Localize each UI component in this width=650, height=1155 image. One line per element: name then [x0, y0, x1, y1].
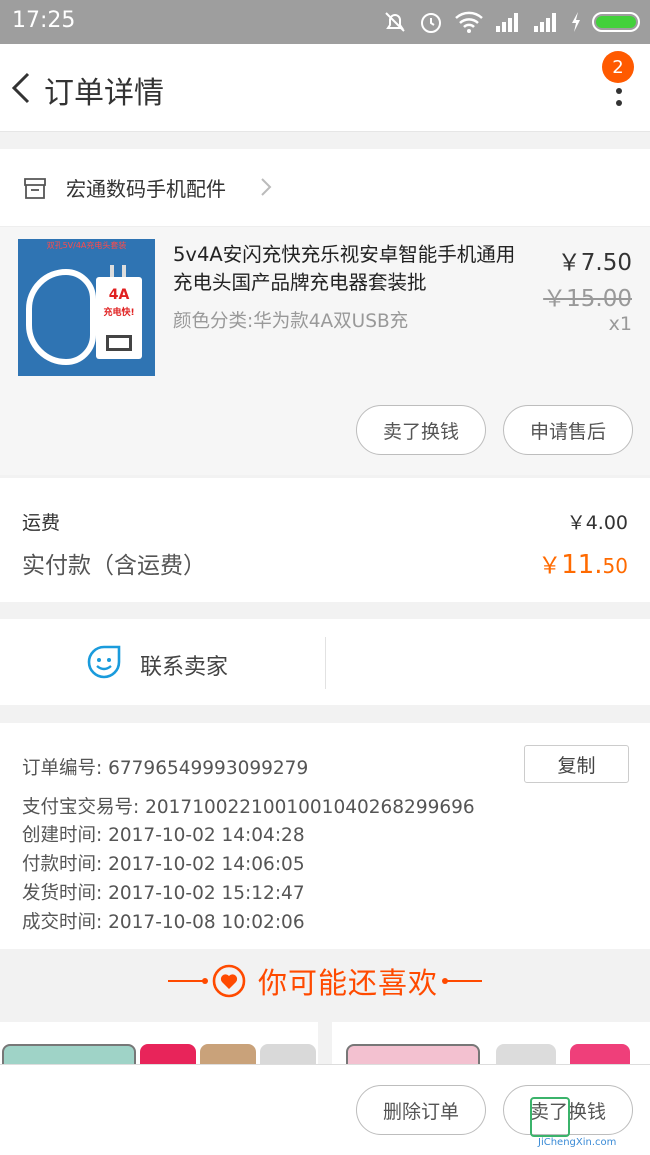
contact-seller-button[interactable]: 联系卖家: [140, 649, 228, 681]
chat-face-icon[interactable]: [86, 644, 122, 680]
page-title: 订单详情: [44, 76, 164, 111]
shop-icon: [24, 178, 46, 199]
recommend-header: 你可能还喜欢: [0, 950, 650, 1012]
paid-row: 实付款（含运费） ￥11.50: [22, 546, 628, 580]
paid-currency: ￥: [538, 553, 562, 579]
recommend-title: 你可能还喜欢: [257, 966, 438, 1000]
shop-name[interactable]: 宏通数码手机配件: [66, 173, 226, 202]
recommend-grid: [0, 1022, 650, 1070]
signal-icon-2: [534, 13, 556, 32]
heart-icon: [212, 964, 246, 998]
status-bar: 17:25: [0, 0, 650, 44]
cable-graphic: [26, 269, 96, 365]
paid-time: 付款时间: 2017-10-02 14:06:05: [22, 854, 305, 875]
paid-decimal: 50: [602, 554, 628, 578]
product-item[interactable]: 双孔5V/4A充电头套装 4A 充电快! 5v4A安闪充快充乐视安卓智能手机通用…: [0, 227, 650, 475]
created-time: 创建时间: 2017-10-02 14:04:28: [22, 825, 305, 846]
product-spec: 颜色分类:华为款4A双USB充: [173, 311, 409, 332]
after-sales-button[interactable]: 申请售后: [503, 405, 633, 455]
contact-bar: 联系卖家: [0, 619, 650, 705]
charging-icon: [572, 12, 580, 32]
delete-order-button[interactable]: 删除订单: [356, 1085, 486, 1135]
signal-icon: [496, 13, 518, 32]
app-header: 订单详情 2: [0, 44, 650, 132]
divider: [325, 637, 326, 689]
product-original-price: ￥15.00: [543, 286, 632, 312]
wifi-icon: [455, 11, 483, 33]
recommend-item[interactable]: [0, 1022, 318, 1070]
mute-icon: [385, 12, 405, 32]
thumb-banner-text: 双孔5V/4A充电头套装: [46, 241, 127, 250]
paid-amount: ￥11.50: [538, 546, 628, 580]
shipping-value: ￥4.00: [566, 512, 628, 534]
usb-port-graphic: [106, 335, 132, 351]
completed-time: 成交时间: 2017-10-08 10:02:06: [22, 912, 305, 933]
bottom-action-bar: 删除订单 卖了换钱 JiChengXin.com: [0, 1064, 650, 1155]
shipped-time: 发货时间: 2017-10-02 15:12:47: [22, 883, 305, 904]
notification-badge: 2: [602, 51, 634, 83]
shipping-label: 运费: [22, 512, 61, 534]
order-info: 订单编号: 67796549993099279 复制 支付宝交易号: 20171…: [0, 723, 650, 949]
deco-line-right: [442, 978, 482, 984]
adapter-graphic: 4A 充电快!: [96, 265, 142, 359]
product-title[interactable]: 5v4A安闪充快充乐视安卓智能手机通用充电头国产品牌充电器套装批: [173, 241, 533, 297]
copy-button[interactable]: 复制: [524, 745, 629, 783]
deco-line-left: [167, 978, 208, 984]
battery-icon: [592, 12, 640, 32]
thumb-amp-text: 4A: [108, 287, 130, 303]
product-thumbnail[interactable]: 双孔5V/4A充电头套装 4A 充电快!: [18, 239, 155, 376]
back-arrow-icon[interactable]: [6, 66, 36, 110]
status-time: 17:25: [12, 8, 76, 33]
chevron-right-icon: [261, 178, 272, 196]
watermark-logo-icon: [530, 1097, 570, 1137]
shipping-row: 运费 ￥4.00: [22, 508, 628, 535]
product-price: ￥7.50: [557, 250, 632, 276]
alipay-number: 支付宝交易号: 2017100221001001040268299696: [22, 797, 475, 818]
fee-summary: 运费 ￥4.00 实付款（含运费） ￥11.50: [0, 478, 650, 602]
shop-row[interactable]: 宏通数码手机配件: [0, 149, 650, 227]
paid-integer: 11.: [561, 550, 603, 580]
product-quantity: x1: [608, 313, 632, 335]
sell-button[interactable]: 卖了换钱: [356, 405, 486, 455]
watermark: JiChengXin.com: [530, 1097, 642, 1151]
recommend-item[interactable]: [332, 1022, 650, 1070]
alarm-icon: [421, 13, 441, 33]
watermark-text: JiChengXin.com: [538, 1137, 617, 1148]
thumb-fast-text: 充电快!: [103, 308, 135, 318]
paid-label: 实付款（含运费）: [22, 553, 206, 579]
status-icons: [382, 8, 640, 36]
order-number: 订单编号: 67796549993099279: [22, 758, 309, 779]
